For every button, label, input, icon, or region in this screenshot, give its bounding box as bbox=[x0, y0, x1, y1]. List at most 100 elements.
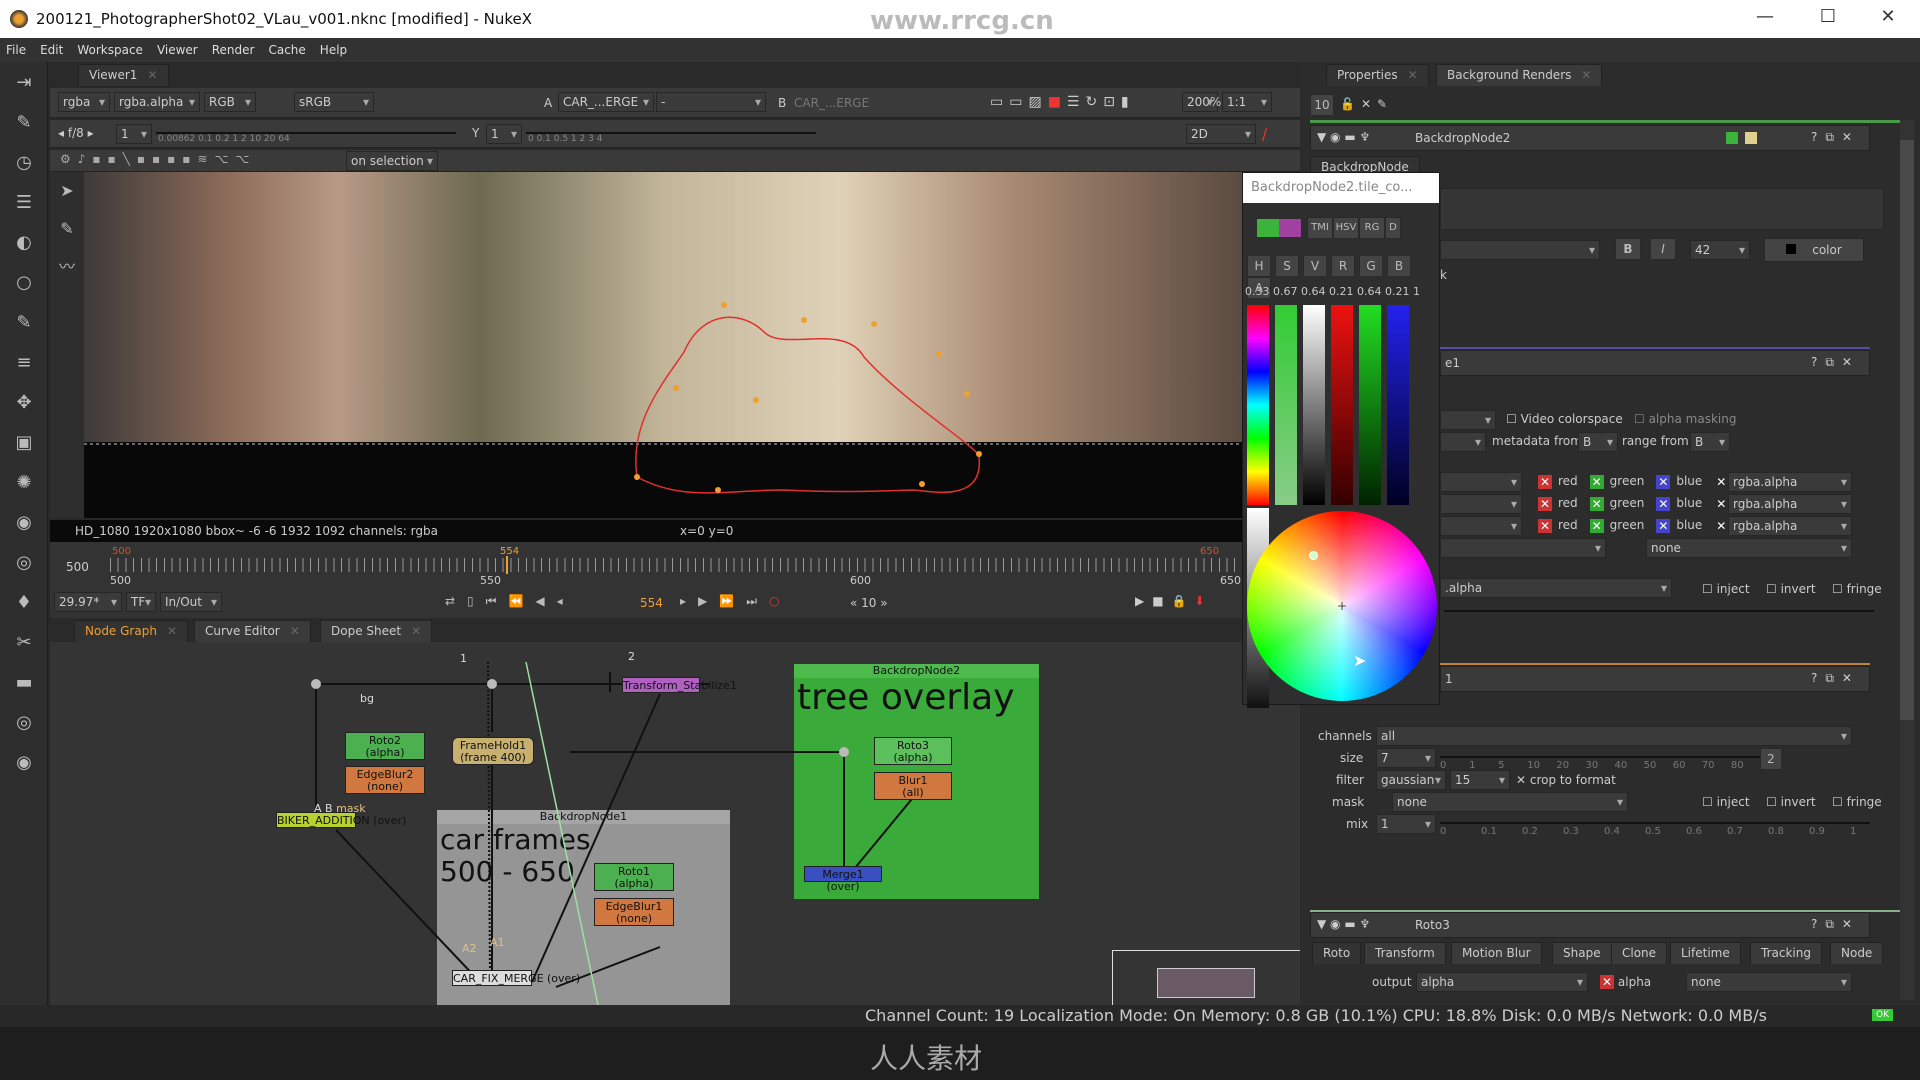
node-graph[interactable]: BackdropNode1 car frames 500 - 650 Backd… bbox=[50, 642, 1300, 1005]
current-color-swatch[interactable] bbox=[1257, 219, 1279, 237]
alpha-checkbox[interactable]: ✕ alpha bbox=[1600, 975, 1651, 989]
menu-edit[interactable]: Edit bbox=[40, 43, 63, 57]
layers-icon[interactable]: ☰ bbox=[0, 182, 48, 222]
roto-tools[interactable]: ➤ ✎ 〰 bbox=[50, 172, 84, 518]
a-channel-checkbox[interactable]: ✕ bbox=[1714, 497, 1728, 511]
step-control[interactable]: « 10 » bbox=[850, 596, 888, 610]
tab-roto-node[interactable]: Node bbox=[1830, 942, 1884, 964]
close-icon[interactable]: ✕ bbox=[147, 68, 157, 82]
g-channel-checkbox[interactable]: ✕ bbox=[1589, 496, 1604, 511]
layer-dropdown[interactable] bbox=[1440, 472, 1522, 492]
close-icon[interactable]: ✕ bbox=[1581, 68, 1591, 82]
fringe-checkbox[interactable]: ☐ fringe bbox=[1832, 795, 1882, 809]
layer-dropdown[interactable] bbox=[1440, 516, 1522, 536]
picker-channel-v[interactable]: V bbox=[1303, 255, 1327, 277]
picker-mode-tmi[interactable]: TMI bbox=[1307, 217, 1333, 239]
tab-roto-motion-blur[interactable]: Motion Blur bbox=[1451, 942, 1542, 964]
picker-channel-r[interactable]: R bbox=[1331, 255, 1355, 277]
menu-file[interactable]: File bbox=[6, 43, 26, 57]
close-icon[interactable]: ✕ bbox=[290, 624, 300, 638]
channels-dropdown[interactable]: all bbox=[1376, 726, 1852, 746]
transport-buttons-left[interactable]: ⇄▯⏮⏪◀◂ bbox=[445, 594, 575, 609]
size-input[interactable]: 7 bbox=[1376, 748, 1436, 768]
frame-input[interactable]: 554 bbox=[640, 596, 663, 610]
tag-icon[interactable]: ♦ bbox=[0, 582, 48, 622]
close-icon[interactable]: ✕ bbox=[167, 624, 177, 638]
input-b-dropdown[interactable]: CAR_...ERGE bbox=[794, 96, 869, 110]
menu-help[interactable]: Help bbox=[320, 43, 347, 57]
picker-mode-d[interactable]: D bbox=[1385, 217, 1401, 239]
picker-channel-h[interactable]: H bbox=[1247, 255, 1271, 277]
mask-input-dropdown[interactable] bbox=[1440, 538, 1606, 558]
mix-slider[interactable]: 0 0.1 0.2 0.3 0.4 0.5 0.6 0.7 0.8 0.9 1 bbox=[1440, 822, 1870, 837]
r-channel-checkbox[interactable]: ✕ bbox=[1538, 496, 1552, 511]
node-edgeblur2[interactable]: EdgeBlur2 (none) bbox=[345, 766, 425, 794]
stack-icon[interactable]: ≡ bbox=[0, 342, 48, 382]
node-merge1[interactable]: Merge1 (over) bbox=[804, 866, 882, 893]
inject-checkbox[interactable]: ☐ inject bbox=[1702, 795, 1750, 809]
node-car-fix-merge[interactable]: CAR_FIX_MERGE (over) bbox=[452, 970, 580, 986]
timeline-ruler[interactable] bbox=[110, 558, 1270, 572]
bold-button[interactable]: B bbox=[1615, 238, 1641, 260]
clock-icon[interactable]: ◷ bbox=[0, 142, 48, 182]
display-dropdown[interactable]: RGB bbox=[204, 92, 256, 112]
label-textarea[interactable] bbox=[1440, 188, 1884, 230]
menu-render[interactable]: Render bbox=[212, 43, 255, 57]
timeline-options[interactable]: ▶■🔒⬇ bbox=[1135, 594, 1213, 608]
panel-window-icons[interactable]: ?⧉✕ bbox=[1811, 671, 1860, 686]
in-point[interactable]: 500 bbox=[112, 546, 131, 557]
tab-roto-shape[interactable]: Shape bbox=[1552, 942, 1612, 964]
panel-window-icons[interactable]: ?⧉✕ bbox=[1811, 130, 1860, 145]
merge-mix-slider[interactable] bbox=[1444, 610, 1874, 612]
tf-dropdown[interactable]: TF bbox=[126, 592, 156, 612]
paint-icon[interactable]: ✎ bbox=[0, 102, 48, 142]
roto-spline[interactable] bbox=[635, 316, 980, 494]
circle-icon[interactable]: ○ bbox=[0, 262, 48, 302]
italic-button[interactable]: I bbox=[1650, 238, 1676, 260]
tab-roto-tracking[interactable]: Tracking bbox=[1750, 942, 1822, 964]
a-channel-checkbox[interactable]: ✕ bbox=[1714, 519, 1728, 533]
node-roto3[interactable]: Roto3 (alpha) bbox=[874, 737, 952, 765]
picker-slider-g[interactable] bbox=[1359, 305, 1381, 505]
fps-dropdown[interactable]: 29.97* bbox=[54, 592, 122, 612]
viewer-icon[interactable]: ⇥ bbox=[0, 62, 48, 102]
properties-toolbar-icons[interactable]: 🔓✕✎ bbox=[1340, 97, 1393, 111]
tab-dope-sheet[interactable]: Dope Sheet ✕ bbox=[320, 620, 433, 642]
deep-icon[interactable]: ◉ bbox=[0, 502, 48, 542]
quality-input[interactable]: 15 bbox=[1450, 770, 1510, 790]
r-channel-checkbox[interactable]: ✕ bbox=[1538, 474, 1552, 489]
b-channel-checkbox[interactable]: ✕ bbox=[1656, 518, 1671, 533]
mask-dropdown[interactable]: none bbox=[1392, 792, 1628, 812]
minimap[interactable] bbox=[1112, 950, 1300, 1005]
color-wheel-handle[interactable] bbox=[1309, 551, 1318, 560]
tab-roto-clone[interactable]: Clone bbox=[1611, 942, 1668, 964]
collapse-icon[interactable]: ▼ ◉ ▬ ♆ bbox=[1317, 917, 1370, 931]
color-wheel[interactable]: + ➤ bbox=[1247, 511, 1437, 701]
panel-window-icons[interactable]: ?⧉✕ bbox=[1811, 355, 1860, 370]
node-biker-addition[interactable]: BIKER_ADDITION (over) bbox=[276, 812, 406, 828]
picker-slider-v[interactable] bbox=[1303, 305, 1325, 505]
picker-channel-b[interactable]: B bbox=[1387, 255, 1411, 277]
metadata-from-dropdown[interactable]: B bbox=[1578, 432, 1618, 452]
compare-op-dropdown[interactable]: - bbox=[656, 92, 766, 112]
tab-curve-editor[interactable]: Curve Editor ✕ bbox=[194, 620, 311, 642]
menu-viewer[interactable]: Viewer bbox=[157, 43, 198, 57]
picker-mode-hsv[interactable]: HSV bbox=[1333, 217, 1359, 239]
pen-icon[interactable]: ✎ bbox=[0, 302, 48, 342]
picker-slider-r[interactable] bbox=[1331, 305, 1353, 505]
target-icon[interactable]: ◉ bbox=[0, 742, 48, 782]
gear-icon[interactable]: ◎ bbox=[0, 702, 48, 742]
backdrop-name-field[interactable]: BackdropNode2 bbox=[1415, 131, 1510, 145]
node-edgeblur1[interactable]: EdgeBlur1 (none) bbox=[594, 898, 674, 926]
output-dropdown[interactable]: alpha bbox=[1416, 972, 1588, 992]
layer-dropdown[interactable] bbox=[1440, 494, 1522, 514]
b-channel-checkbox[interactable]: ✕ bbox=[1656, 474, 1671, 489]
max-panels-input[interactable]: 10 bbox=[1310, 94, 1334, 116]
minimize-button[interactable]: — bbox=[1745, 6, 1785, 27]
invert-checkbox[interactable]: ☐ invert bbox=[1766, 795, 1816, 809]
fringe-checkbox[interactable]: ☐ fringe bbox=[1832, 582, 1882, 596]
tab-roto-lifetime[interactable]: Lifetime bbox=[1670, 942, 1741, 964]
close-icon[interactable]: ✕ bbox=[1408, 68, 1418, 82]
original-color-swatch[interactable] bbox=[1279, 219, 1301, 237]
menu-cache[interactable]: Cache bbox=[268, 43, 305, 57]
